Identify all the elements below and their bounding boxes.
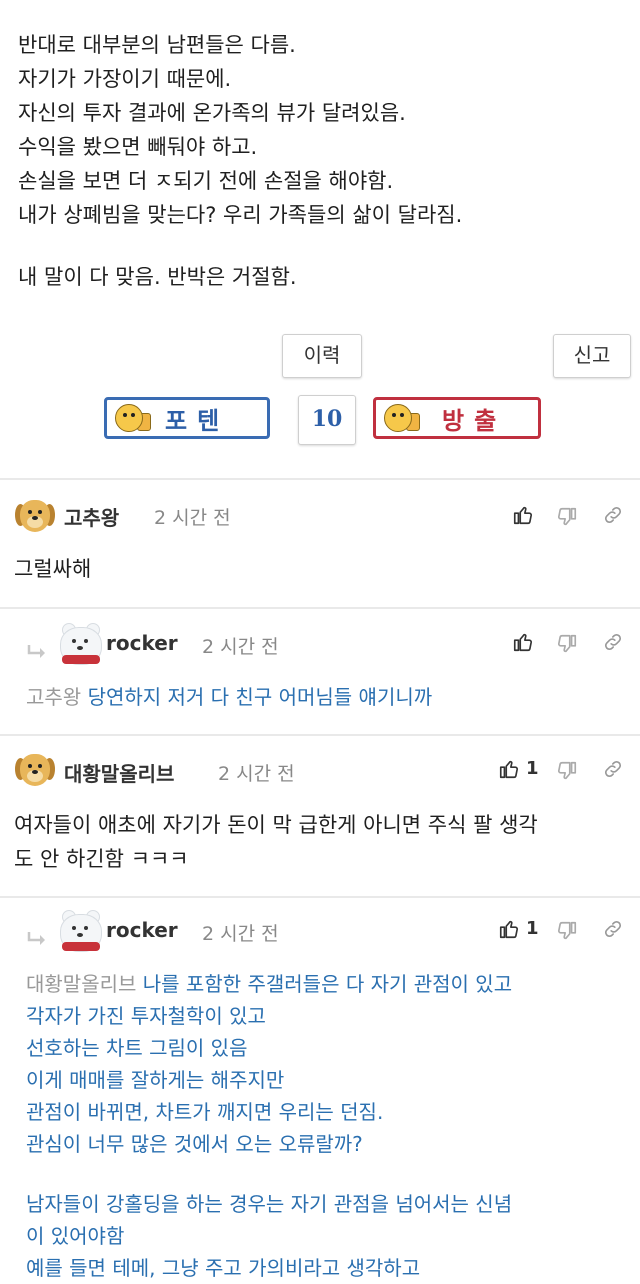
reply-arrow-icon — [27, 645, 45, 658]
like-icon[interactable] — [498, 918, 520, 940]
post-body: 반대로 대부분의 남편들은 다름. 자기가 가장이기 때문에. 자신의 투자 결… — [18, 28, 628, 294]
comment: 고추왕 2 시간 전 그럴싸해 — [0, 480, 640, 608]
reply-line: 각자가 가진 투자철학이 있고 — [26, 1004, 266, 1028]
thumbs-up-face-icon — [115, 404, 143, 432]
post-line: 내 말이 다 맞음. 반박은 거절함. — [18, 265, 297, 289]
dislike-icon[interactable] — [556, 633, 578, 655]
like-icon[interactable] — [512, 504, 534, 526]
dislike-icon[interactable] — [556, 760, 578, 782]
downvote-label: 방출 — [442, 405, 507, 435]
link-icon[interactable] — [602, 631, 624, 653]
post-line: 자신의 투자 결과에 온가족의 뷰가 달려있음. — [18, 101, 406, 125]
link-icon[interactable] — [602, 918, 624, 940]
reply-text: 고추왕 당연하지 저거 다 친구 어머님들 얘기니까 — [26, 681, 432, 713]
dislike-icon[interactable] — [556, 920, 578, 942]
comment-time: 2 시간 전 — [202, 636, 279, 658]
thumbs-down-face-icon — [384, 404, 412, 432]
downvote-button[interactable]: 방출 — [373, 397, 541, 439]
comment-line: 도 안 하긴함 ㅋㅋㅋ — [14, 847, 189, 871]
avatar-bear-icon[interactable] — [56, 621, 104, 669]
comment-time: 2 시간 전 — [202, 923, 279, 945]
post-line-blank — [18, 232, 628, 260]
comment-author[interactable]: rocker — [106, 918, 178, 942]
history-button[interactable]: 이력 — [282, 334, 362, 378]
link-icon[interactable] — [602, 758, 624, 780]
post-line: 반대로 대부분의 남편들은 다름. — [18, 33, 296, 57]
post-line: 내가 상폐빔을 맞는다? 우리 가족들의 삶이 달라짐. — [18, 203, 463, 227]
reply-text: 대황말올리브 나를 포함한 주갤러들은 다 자기 관점이 있고 각자가 가진 투… — [26, 968, 512, 1284]
link-icon[interactable] — [602, 504, 624, 526]
comment-time: 2 시간 전 — [154, 507, 231, 529]
like-icon[interactable] — [512, 631, 534, 653]
like-icon[interactable] — [498, 758, 520, 780]
reply-line: 남자들이 강홀딩을 하는 경우는 자기 관점을 넘어서는 신념 — [26, 1192, 513, 1216]
post-line: 손실을 보면 더 ㅈ되기 전에 손절을 해야함. — [18, 169, 394, 193]
upvote-label: 포텐 — [165, 405, 230, 435]
like-count: 1 — [526, 918, 539, 939]
post-line: 자기가 가장이기 때문에. — [18, 67, 232, 91]
avatar-bear-icon[interactable] — [56, 908, 104, 956]
reply-line: 이게 매매를 잘하게는 해주지만 — [26, 1068, 285, 1092]
comment-text: 여자들이 애초에 자기가 돈이 막 급한게 아니면 주식 팔 생각 도 안 하긴… — [14, 808, 538, 876]
reply-line: 당연하지 저거 다 친구 어머님들 얘기니까 — [87, 685, 433, 709]
reply-line-blank — [26, 1160, 512, 1188]
reply-line: 이 있어야함 — [26, 1224, 125, 1248]
comment: 대황말올리브 2 시간 전 1 여자들이 애초에 자기가 돈이 막 급한게 아니… — [0, 736, 640, 896]
comment-author[interactable]: 고추왕 — [64, 502, 119, 531]
reply-line: 나를 포함한 주갤러들은 다 자기 관점이 있고 — [142, 972, 513, 996]
like-count: 1 — [526, 758, 539, 779]
reply-line: 선호하는 차트 그림이 있음 — [26, 1036, 248, 1060]
comment-author[interactable]: rocker — [106, 631, 178, 655]
reply-comment: rocker 2 시간 전 1 대황말올리브 나를 포함한 주갤러들은 다 자기… — [0, 898, 640, 1280]
comment-text: 그럴싸해 — [14, 557, 92, 581]
comment-line: 여자들이 애초에 자기가 돈이 막 급한게 아니면 주식 팔 생각 — [14, 813, 538, 837]
reply-arrow-icon — [27, 932, 45, 945]
comment-author[interactable]: 대황말올리브 — [64, 758, 174, 787]
reply-line: 관점이 바뀌면, 차트가 깨지면 우리는 던짐. — [26, 1100, 384, 1124]
reply-line: 관심이 너무 많은 것에서 오는 오류랄까? — [26, 1132, 363, 1156]
reply-mention[interactable]: 대황말올리브 — [26, 972, 136, 996]
avatar-dog-icon[interactable] — [14, 496, 56, 538]
upvote-button[interactable]: 포텐 — [104, 397, 270, 439]
reply-comment: rocker 2 시간 전 고추왕 당연하지 저거 다 친구 어머님들 얘기니까 — [0, 609, 640, 735]
reply-line: 예를 들면 테메, 그냥 주고 가의비라고 생각하고 — [26, 1256, 421, 1280]
vote-count: 10 — [298, 395, 356, 445]
reply-mention[interactable]: 고추왕 — [26, 685, 81, 709]
dislike-icon[interactable] — [556, 506, 578, 528]
comment-time: 2 시간 전 — [218, 763, 295, 785]
avatar-dog-icon[interactable] — [14, 750, 56, 792]
post-line: 수익을 봤으면 빼둬야 하고. — [18, 135, 258, 159]
report-button[interactable]: 신고 — [553, 334, 631, 378]
